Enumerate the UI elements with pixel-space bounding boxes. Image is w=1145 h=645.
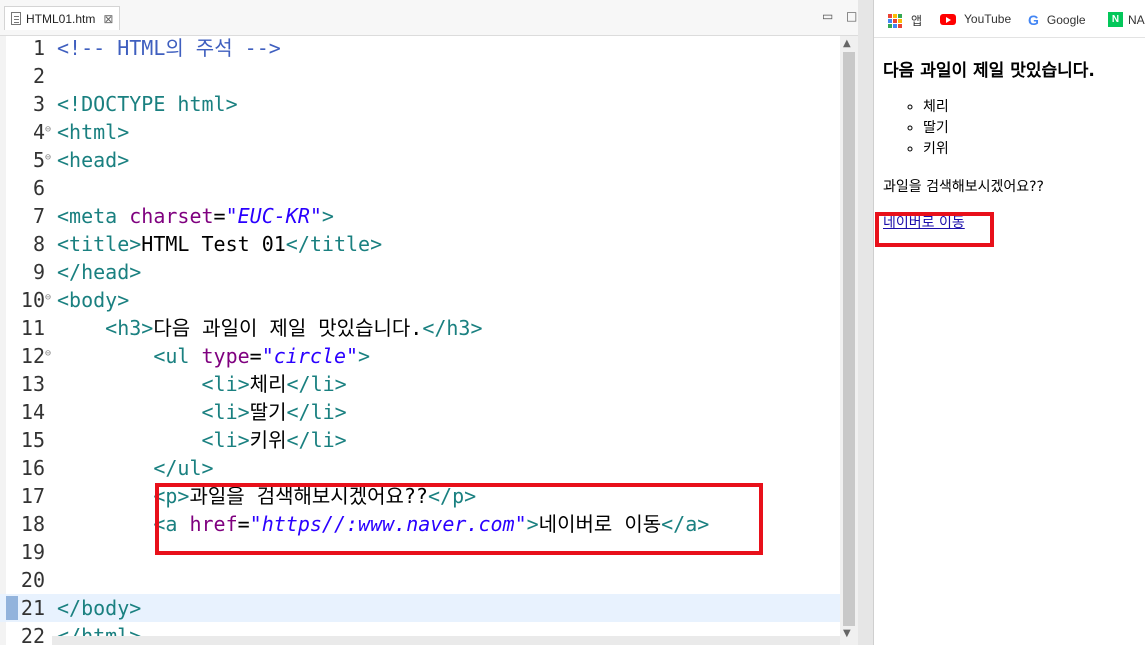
code-editor: HTML01.htm ⊠ ▭ □ 1 <!-- HTML의 주석 --> 2 3 <!D…	[0, 0, 874, 645]
code-line[interactable]: 15 <li>키위</li>	[0, 426, 840, 454]
google-icon: G	[1028, 12, 1039, 28]
bookmark-google-label: Google	[1046, 13, 1086, 27]
code-line[interactable]: 6	[0, 174, 840, 202]
code-line[interactable]: 20	[0, 566, 840, 594]
code-text: <title>HTML Test 01</title>	[57, 232, 383, 256]
code-text: <li>딸기</li>	[201, 400, 347, 424]
scrollbar-thumb[interactable]	[843, 52, 855, 626]
line-number: 19	[20, 540, 45, 564]
code-text: </ul>	[153, 456, 214, 480]
horizontal-scrollbar[interactable]	[52, 636, 840, 645]
bookmark-youtube-label: YouTube	[964, 12, 1012, 26]
line-number: 11	[20, 316, 45, 340]
maximize-icon[interactable]: □	[846, 9, 857, 23]
fold-toggle-icon[interactable]: ⊖	[45, 153, 51, 163]
line-number: 7	[32, 204, 45, 228]
fold-toggle-icon[interactable]: ⊖	[45, 293, 51, 303]
line-number: 2	[32, 64, 45, 88]
browser-preview: 앱 YouTube G Google N NA 다음 과일이 제일 맛있습니다.…	[874, 0, 1145, 645]
highlight-box-code	[155, 483, 763, 555]
code-line[interactable]: 2	[0, 62, 840, 90]
bookmark-apps-label: 앱	[911, 14, 923, 28]
code-line[interactable]: 12 ⊖ <ul type="circle">	[0, 342, 840, 370]
line-number: 5	[32, 148, 45, 172]
fruit-list: 체리 딸기 키위	[883, 97, 1143, 160]
code-line[interactable]: 11 <h3>다음 과일이 제일 맛있습니다.</h3>	[0, 314, 840, 342]
scroll-up-icon[interactable]: ▲	[843, 38, 851, 49]
code-text: </body>	[57, 596, 142, 620]
editor-tab-bar: HTML01.htm ⊠ ▭ □	[0, 0, 874, 36]
line-number: 15	[20, 428, 45, 452]
bookmark-google[interactable]: G Google	[1028, 12, 1086, 28]
line-number: 20	[20, 568, 45, 592]
line-number: 1	[32, 36, 45, 60]
line-number: 21	[20, 596, 45, 620]
tab-html01[interactable]: HTML01.htm ⊠	[4, 6, 121, 30]
line-number: 10	[20, 288, 45, 312]
code-line[interactable]: 3 <!DOCTYPE html>	[0, 90, 840, 118]
line-number: 12	[20, 344, 45, 368]
minimize-icon[interactable]: ▭	[822, 9, 833, 23]
line-number: 13	[20, 372, 45, 396]
code-text: <li>키위</li>	[201, 428, 347, 452]
code-text: </head>	[57, 260, 142, 284]
line-number: 4	[32, 120, 45, 144]
code-line[interactable]: 5 ⊖ <head>	[0, 146, 840, 174]
code-line[interactable]: 16 </ul>	[0, 454, 840, 482]
line-number: 18	[20, 512, 45, 536]
vertical-scrollbar[interactable]: ▲ ▼	[840, 36, 858, 645]
bookmarks-bar: 앱 YouTube G Google N NA	[874, 0, 1145, 38]
code-line[interactable]: 10 ⊖ <body>	[0, 286, 840, 314]
list-item: 딸기	[923, 118, 1143, 139]
youtube-icon	[940, 13, 956, 25]
code-text: <ul type="circle">	[153, 344, 371, 368]
scroll-down-icon[interactable]: ▼	[843, 628, 851, 639]
line-number: 9	[32, 260, 45, 284]
line-number: 22	[20, 624, 45, 645]
line-number: 8	[32, 232, 45, 256]
naver-icon: N	[1108, 12, 1123, 27]
code-line[interactable]: 7 <meta charset="EUC-KR">	[0, 202, 840, 230]
bookmark-naver-label: NA	[1128, 12, 1145, 27]
code-text: <meta charset="EUC-KR">	[57, 204, 334, 228]
rendered-page: 다음 과일이 제일 맛있습니다. 체리 딸기 키위 과일을 검색해보시겠어요??…	[883, 56, 1143, 232]
close-icon[interactable]: ⊠	[103, 12, 113, 26]
bookmark-apps[interactable]: 앱	[888, 12, 922, 29]
list-item: 체리	[923, 97, 1143, 118]
code-text: <!DOCTYPE html>	[57, 92, 238, 116]
page-paragraph: 과일을 검색해보시겠어요??	[883, 179, 1044, 195]
code-text: <!-- HTML의 주석 -->	[57, 36, 281, 60]
code-line[interactable]: 13 <li>체리</li>	[0, 370, 840, 398]
bookmark-naver[interactable]: N NA	[1108, 12, 1145, 27]
fold-toggle-icon[interactable]: ⊖	[45, 349, 51, 359]
code-text: <html>	[57, 120, 130, 144]
code-text: <li>체리</li>	[201, 372, 347, 396]
fold-toggle-icon[interactable]: ⊖	[45, 125, 51, 135]
apps-grid-icon	[888, 13, 902, 28]
code-text: <head>	[57, 148, 130, 172]
code-text: <body>	[57, 288, 130, 312]
code-line[interactable]: 1 <!-- HTML의 주석 -->	[0, 36, 840, 62]
code-text: <h3>다음 과일이 제일 맛있습니다.</h3>	[105, 316, 483, 340]
line-number: 14	[20, 400, 45, 424]
line-number: 6	[32, 176, 45, 200]
code-line[interactable]: 8 <title>HTML Test 01</title>	[0, 230, 840, 258]
line-number: 17	[20, 484, 45, 508]
line-number: 16	[20, 456, 45, 480]
file-icon	[11, 12, 21, 25]
tab-label: HTML01.htm	[26, 11, 96, 26]
code-line[interactable]: 14 <li>딸기</li>	[0, 398, 840, 426]
list-item: 키위	[923, 139, 1143, 160]
code-line[interactable]: 21 </body>	[0, 594, 840, 622]
code-line[interactable]: 9 </head>	[0, 258, 840, 286]
pane-divider[interactable]	[858, 0, 874, 645]
highlight-box-link	[875, 212, 994, 247]
page-heading: 다음 과일이 제일 맛있습니다.	[883, 61, 1095, 81]
code-line[interactable]: 4 ⊖ <html>	[0, 118, 840, 146]
line-number: 3	[32, 92, 45, 116]
bookmark-youtube[interactable]: YouTube	[940, 12, 1011, 26]
